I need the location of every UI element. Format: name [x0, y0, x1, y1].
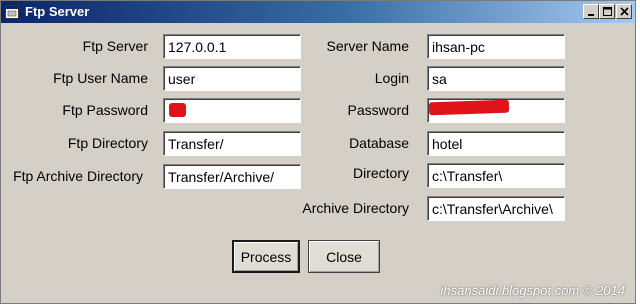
database-field[interactable] — [427, 131, 565, 156]
close-icon — [619, 7, 629, 16]
close-window-button[interactable] — [616, 4, 632, 19]
login-field[interactable] — [427, 66, 565, 91]
close-button[interactable]: Close — [308, 240, 380, 273]
watermark-text: ihsansaidi.blogspot.com © 2014 — [440, 283, 625, 298]
minimize-button[interactable] — [583, 4, 599, 19]
ftp-server-label: Ftp Server — [82, 38, 148, 54]
ftp-archive-directory-field[interactable] — [163, 164, 301, 189]
directory-label: Directory — [352, 165, 409, 181]
form-area: Ftp Server Ftp User Name Ftp Password Ft… — [1, 23, 635, 303]
database-label: Database — [349, 135, 409, 151]
ftp-user-name-label: Ftp User Name — [53, 70, 148, 86]
server-name-label: Server Name — [326, 38, 409, 54]
maximize-button[interactable] — [599, 4, 615, 19]
redaction-mark — [428, 99, 510, 116]
ftp-server-field[interactable] — [163, 34, 301, 59]
ftp-directory-label: Ftp Directory — [67, 135, 148, 151]
ftp-directory-field[interactable] — [163, 131, 301, 156]
archive-directory-field[interactable] — [427, 196, 565, 221]
password-label: Password — [347, 102, 409, 118]
title-bar[interactable]: Ftp Server — [1, 1, 635, 23]
ftp-password-label: Ftp Password — [62, 102, 148, 118]
window-title: Ftp Server — [25, 4, 90, 19]
redaction-mark — [169, 103, 186, 117]
ftp-server-window: Ftp Server Ftp Server Ftp User Name Ftp … — [0, 0, 636, 304]
ftp-archive-directory-label: Ftp Archive Directory — [13, 168, 143, 184]
ftp-user-name-field[interactable] — [163, 66, 301, 91]
directory-field[interactable] — [427, 163, 565, 188]
app-icon — [5, 5, 19, 19]
archive-directory-label: Archive Directory — [302, 200, 409, 216]
minimize-icon — [588, 13, 594, 16]
login-label: Login — [374, 70, 409, 86]
maximize-icon — [602, 7, 612, 16]
server-name-field[interactable] — [427, 34, 565, 59]
process-button[interactable]: Process — [232, 240, 300, 273]
